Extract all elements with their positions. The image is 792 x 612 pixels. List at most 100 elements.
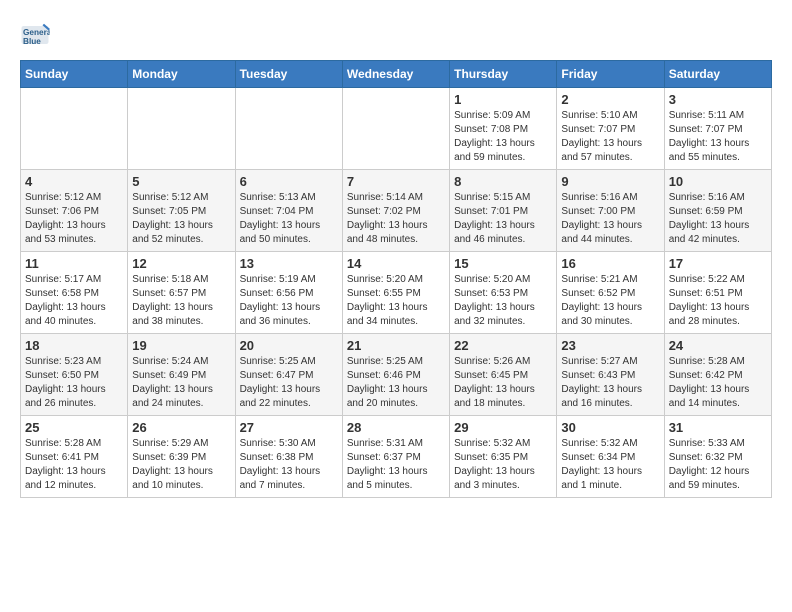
- calendar-cell: 2Sunrise: 5:10 AM Sunset: 7:07 PM Daylig…: [557, 88, 664, 170]
- calendar-cell: 13 Sunrise: 5:19 AM Sunset: 6:56 PM Dayli…: [235, 252, 342, 334]
- calendar-header-row: SundayMondayTuesdayWednesdayThursdayFrid…: [21, 61, 772, 88]
- day-info: Sunrise: 5:32 AM Sunset: 6:34 PM Dayligh…: [561, 437, 659, 493]
- calendar-cell: 19 Sunrise: 5:24 AM Sunset: 6:49 PM Dayli…: [128, 334, 235, 416]
- day-of-week-header: Tuesday: [235, 61, 342, 88]
- calendar-cell: 8 Sunrise: 5:15 AM Sunset: 7:01 PM Daylig…: [450, 170, 557, 252]
- day-number: 28: [347, 420, 445, 435]
- day-number: 19: [132, 338, 230, 353]
- day-info: Sunrise: 5:20 AM Sunset: 6:55 PM Dayligh…: [347, 273, 445, 329]
- calendar-cell: 17Sunrise: 5:22 AM Sunset: 6:51 PM Dayli…: [664, 252, 771, 334]
- calendar-cell: 27 Sunrise: 5:30 AM Sunset: 6:38 PM Dayli…: [235, 416, 342, 498]
- calendar-cell: 1 Sunrise: 5:09 AM Sunset: 7:08 PM Daylig…: [450, 88, 557, 170]
- svg-text:Blue: Blue: [23, 37, 41, 46]
- calendar-cell: 21 Sunrise: 5:25 AM Sunset: 6:46 PM Dayli…: [342, 334, 449, 416]
- day-number: 23: [561, 338, 659, 353]
- day-info: Sunrise: 5:25 AM Sunset: 6:47 PM Dayligh…: [240, 355, 338, 411]
- calendar-cell: [21, 88, 128, 170]
- day-number: 13: [240, 256, 338, 271]
- day-info: Sunrise: 5:23 AM Sunset: 6:50 PM Dayligh…: [25, 355, 123, 411]
- day-number: 14: [347, 256, 445, 271]
- calendar-cell: 15 Sunrise: 5:20 AM Sunset: 6:53 PM Dayli…: [450, 252, 557, 334]
- calendar-cell: 22 Sunrise: 5:26 AM Sunset: 6:45 PM Dayli…: [450, 334, 557, 416]
- day-info: Sunrise: 5:16 AM Sunset: 6:59 PM Dayligh…: [669, 191, 767, 247]
- calendar-week-row: 18Sunrise: 5:23 AM Sunset: 6:50 PM Dayli…: [21, 334, 772, 416]
- day-info: Sunrise: 5:33 AM Sunset: 6:32 PM Dayligh…: [669, 437, 767, 493]
- calendar-cell: 31 Sunrise: 5:33 AM Sunset: 6:32 PM Dayli…: [664, 416, 771, 498]
- calendar-cell: 25 Sunrise: 5:28 AM Sunset: 6:41 PM Dayli…: [21, 416, 128, 498]
- day-info: Sunrise: 5:11 AM Sunset: 7:07 PM Dayligh…: [669, 109, 767, 165]
- day-info: Sunrise: 5:12 AM Sunset: 7:06 PM Dayligh…: [25, 191, 123, 247]
- day-of-week-header: Friday: [557, 61, 664, 88]
- day-number: 4: [25, 174, 123, 189]
- calendar-cell: 9Sunrise: 5:16 AM Sunset: 7:00 PM Daylig…: [557, 170, 664, 252]
- day-number: 31: [669, 420, 767, 435]
- day-number: 15: [454, 256, 552, 271]
- calendar-cell: 16 Sunrise: 5:21 AM Sunset: 6:52 PM Dayli…: [557, 252, 664, 334]
- day-of-week-header: Sunday: [21, 61, 128, 88]
- day-info: Sunrise: 5:32 AM Sunset: 6:35 PM Dayligh…: [454, 437, 552, 493]
- calendar-week-row: 25 Sunrise: 5:28 AM Sunset: 6:41 PM Dayli…: [21, 416, 772, 498]
- day-info: Sunrise: 5:31 AM Sunset: 6:37 PM Dayligh…: [347, 437, 445, 493]
- calendar-cell: 11 Sunrise: 5:17 AM Sunset: 6:58 PM Dayli…: [21, 252, 128, 334]
- day-info: Sunrise: 5:21 AM Sunset: 6:52 PM Dayligh…: [561, 273, 659, 329]
- day-number: 1: [454, 92, 552, 107]
- logo-icon: General Blue: [20, 20, 50, 50]
- calendar-cell: 26Sunrise: 5:29 AM Sunset: 6:39 PM Dayli…: [128, 416, 235, 498]
- day-number: 16: [561, 256, 659, 271]
- day-number: 11: [25, 256, 123, 271]
- day-number: 26: [132, 420, 230, 435]
- day-of-week-header: Monday: [128, 61, 235, 88]
- day-number: 9: [561, 174, 659, 189]
- calendar-cell: 28 Sunrise: 5:31 AM Sunset: 6:37 PM Dayli…: [342, 416, 449, 498]
- day-number: 22: [454, 338, 552, 353]
- day-info: Sunrise: 5:18 AM Sunset: 6:57 PM Dayligh…: [132, 273, 230, 329]
- calendar-cell: [342, 88, 449, 170]
- day-number: 3: [669, 92, 767, 107]
- day-number: 20: [240, 338, 338, 353]
- calendar-week-row: 11 Sunrise: 5:17 AM Sunset: 6:58 PM Dayli…: [21, 252, 772, 334]
- day-info: Sunrise: 5:14 AM Sunset: 7:02 PM Dayligh…: [347, 191, 445, 247]
- calendar-cell: 3 Sunrise: 5:11 AM Sunset: 7:07 PM Daylig…: [664, 88, 771, 170]
- calendar-cell: 10 Sunrise: 5:16 AM Sunset: 6:59 PM Dayli…: [664, 170, 771, 252]
- day-number: 29: [454, 420, 552, 435]
- page-header: General Blue: [20, 20, 772, 50]
- day-number: 10: [669, 174, 767, 189]
- calendar-cell: [235, 88, 342, 170]
- day-number: 27: [240, 420, 338, 435]
- day-number: 7: [347, 174, 445, 189]
- calendar-cell: 6 Sunrise: 5:13 AM Sunset: 7:04 PM Daylig…: [235, 170, 342, 252]
- day-number: 30: [561, 420, 659, 435]
- day-info: Sunrise: 5:15 AM Sunset: 7:01 PM Dayligh…: [454, 191, 552, 247]
- day-info: Sunrise: 5:19 AM Sunset: 6:56 PM Dayligh…: [240, 273, 338, 329]
- calendar-cell: 7 Sunrise: 5:14 AM Sunset: 7:02 PM Daylig…: [342, 170, 449, 252]
- calendar-cell: [128, 88, 235, 170]
- calendar-cell: 29 Sunrise: 5:32 AM Sunset: 6:35 PM Dayli…: [450, 416, 557, 498]
- day-info: Sunrise: 5:17 AM Sunset: 6:58 PM Dayligh…: [25, 273, 123, 329]
- calendar-cell: 23 Sunrise: 5:27 AM Sunset: 6:43 PM Dayli…: [557, 334, 664, 416]
- calendar-cell: 30 Sunrise: 5:32 AM Sunset: 6:34 PM Dayli…: [557, 416, 664, 498]
- day-number: 24: [669, 338, 767, 353]
- svg-text:General: General: [23, 28, 50, 37]
- day-info: Sunrise: 5:26 AM Sunset: 6:45 PM Dayligh…: [454, 355, 552, 411]
- day-number: 5: [132, 174, 230, 189]
- day-number: 6: [240, 174, 338, 189]
- day-info: Sunrise: 5:25 AM Sunset: 6:46 PM Dayligh…: [347, 355, 445, 411]
- day-info: Sunrise: 5:24 AM Sunset: 6:49 PM Dayligh…: [132, 355, 230, 411]
- calendar-cell: 24Sunrise: 5:28 AM Sunset: 6:42 PM Dayli…: [664, 334, 771, 416]
- day-number: 8: [454, 174, 552, 189]
- day-number: 17: [669, 256, 767, 271]
- day-info: Sunrise: 5:20 AM Sunset: 6:53 PM Dayligh…: [454, 273, 552, 329]
- day-info: Sunrise: 5:12 AM Sunset: 7:05 PM Dayligh…: [132, 191, 230, 247]
- calendar-week-row: 1 Sunrise: 5:09 AM Sunset: 7:08 PM Daylig…: [21, 88, 772, 170]
- calendar-cell: 20 Sunrise: 5:25 AM Sunset: 6:47 PM Dayli…: [235, 334, 342, 416]
- day-number: 25: [25, 420, 123, 435]
- day-of-week-header: Saturday: [664, 61, 771, 88]
- day-info: Sunrise: 5:27 AM Sunset: 6:43 PM Dayligh…: [561, 355, 659, 411]
- day-number: 21: [347, 338, 445, 353]
- day-info: Sunrise: 5:28 AM Sunset: 6:41 PM Dayligh…: [25, 437, 123, 493]
- day-info: Sunrise: 5:13 AM Sunset: 7:04 PM Dayligh…: [240, 191, 338, 247]
- day-info: Sunrise: 5:30 AM Sunset: 6:38 PM Dayligh…: [240, 437, 338, 493]
- day-info: Sunrise: 5:09 AM Sunset: 7:08 PM Dayligh…: [454, 109, 552, 165]
- day-of-week-header: Thursday: [450, 61, 557, 88]
- calendar-cell: 5 Sunrise: 5:12 AM Sunset: 7:05 PM Daylig…: [128, 170, 235, 252]
